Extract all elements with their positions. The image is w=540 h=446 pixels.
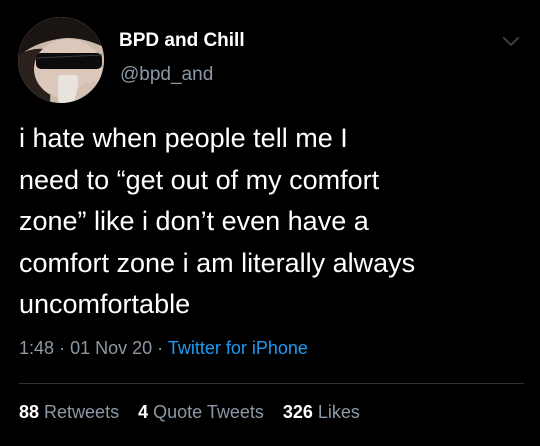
- likes-stat[interactable]: 326 Likes: [283, 402, 360, 422]
- meta-separator: ·: [157, 338, 164, 358]
- tweet-text: i hate when people tell me I need to “ge…: [19, 118, 524, 326]
- quote-tweets-count: 4: [138, 402, 149, 422]
- tweet-text-line: comfort zone i am literally always: [19, 247, 416, 278]
- divider: [19, 383, 524, 384]
- avatar[interactable]: [18, 17, 104, 103]
- quote-tweets-stat[interactable]: 4 Quote Tweets: [138, 402, 264, 422]
- handle[interactable]: @bpd_and: [120, 64, 213, 86]
- tweet-date[interactable]: 01 Nov 20: [70, 338, 152, 358]
- retweets-label: Retweets: [44, 402, 120, 422]
- retweets-stat[interactable]: 88 Retweets: [19, 402, 119, 422]
- tweet-stats: 88 Retweets 4 Quote Tweets 326 Likes: [19, 402, 374, 423]
- tweet-meta: 1:48 · 01 Nov 20 · Twitter for iPhone: [19, 338, 308, 359]
- tweet-source-link[interactable]: Twitter for iPhone: [168, 338, 308, 358]
- tweet-text-line: zone” like i don’t even have a: [19, 206, 369, 236]
- meta-separator: ·: [59, 338, 66, 358]
- tweet-text-line: uncomfortable: [19, 289, 191, 319]
- retweets-count: 88: [19, 402, 40, 422]
- likes-label: Likes: [317, 402, 360, 422]
- likes-count: 326: [282, 402, 313, 422]
- quote-tweets-label: Quote Tweets: [153, 402, 264, 422]
- chevron-down-icon[interactable]: [500, 30, 522, 52]
- tweet-time[interactable]: 1:48: [19, 338, 54, 358]
- tweet-card: BPD and Chill @bpd_and i hate when peopl…: [0, 0, 540, 446]
- avatar-image: [18, 17, 104, 103]
- tweet-text-line: i hate when people tell me I: [19, 123, 348, 153]
- display-name[interactable]: BPD and Chill: [119, 30, 245, 52]
- tweet-text-line: need to “get out of my comfort: [19, 164, 380, 195]
